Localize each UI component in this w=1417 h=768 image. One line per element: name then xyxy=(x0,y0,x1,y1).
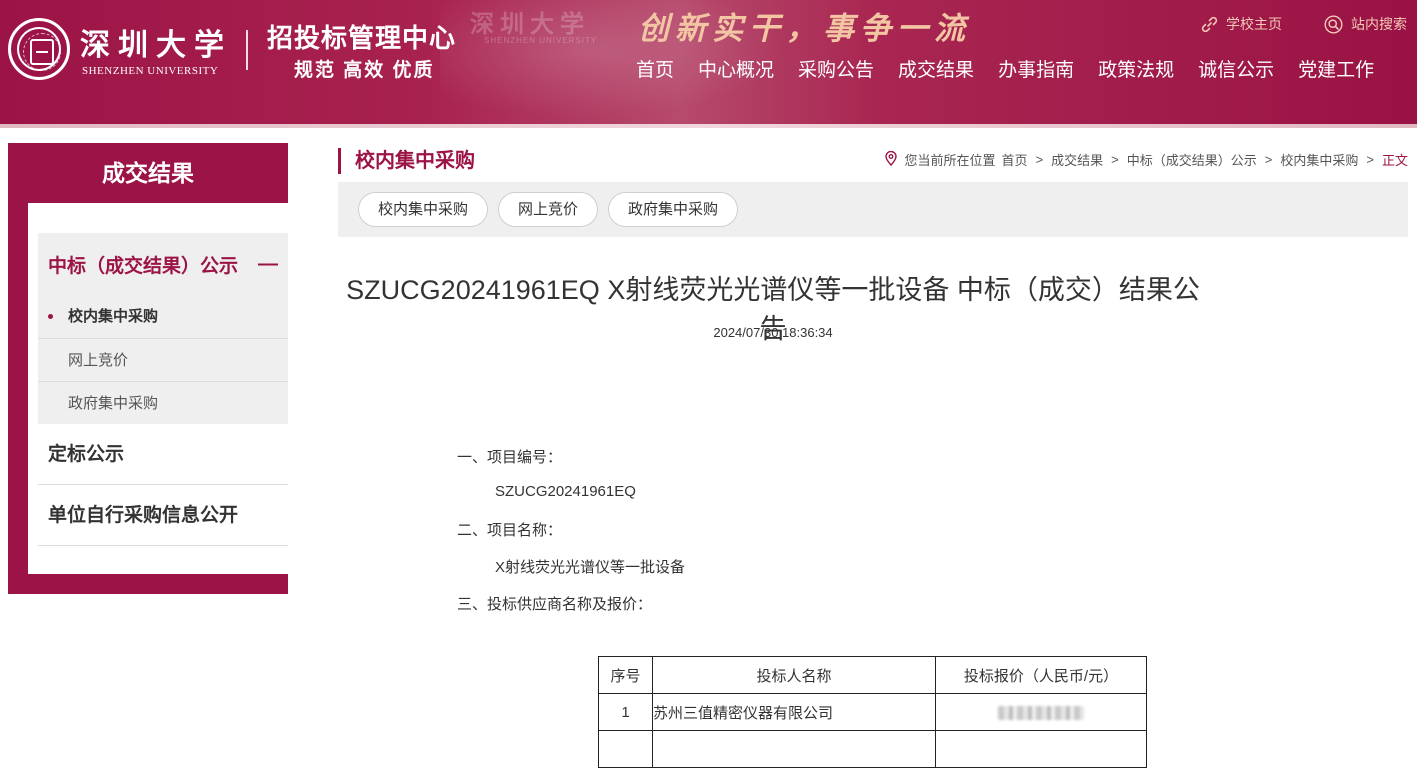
search-icon xyxy=(1324,14,1343,34)
tab-campus-procurement[interactable]: 校内集中采购 xyxy=(358,192,489,227)
school-homepage-label: 学校主页 xyxy=(1226,16,1282,32)
university-name-cn[interactable]: 深圳大学 xyxy=(80,20,232,64)
center-motto: 规范 高效 优质 xyxy=(294,60,435,81)
category-tabs: 校内集中采购 网上竞价 政府集中采购 xyxy=(338,182,1408,237)
breadcrumb-prefix: 您当前所在位置 xyxy=(904,153,996,168)
watermark-en: SHENZHEN UNIVERSITY xyxy=(484,36,598,45)
project-name-value: X射线荧光光谱仪等一批设备 xyxy=(495,559,686,576)
main-nav: 首页 中心概况 采购公告 成交结果 办事指南 政策法规 诚信公示 党建工作 xyxy=(624,58,1386,84)
header-divider xyxy=(246,30,248,70)
center-name: 招投标管理中心 xyxy=(267,23,457,53)
table-header-price: 投标报价（人民币/元） xyxy=(935,656,1147,694)
row-no: 1 xyxy=(598,693,653,731)
sidebar-group-label: 中标（成交结果）公示 xyxy=(48,255,239,277)
breadcrumb-current: 正文 xyxy=(1381,153,1408,168)
nav-procurement-notices[interactable]: 采购公告 xyxy=(786,58,886,84)
university-name-en: SHENZHEN UNIVERSITY xyxy=(82,65,219,77)
school-homepage-link[interactable]: 学校主页 xyxy=(1201,14,1282,34)
breadcrumb-deal-results[interactable]: 成交结果 xyxy=(1051,150,1103,169)
section-project-number-label: 一、项目编号： xyxy=(457,449,563,466)
section-project-name-label: 二、项目名称： xyxy=(457,522,563,539)
tab-online-bidding[interactable]: 网上竞价 xyxy=(498,192,599,227)
content-header: 校内集中采购 您当前所在位置 首页 > 成交结果 > 中标（成交结果）公示 > … xyxy=(338,148,1408,176)
row-price-cell xyxy=(935,693,1147,731)
table-header-no: 序号 xyxy=(598,656,653,694)
collapse-icon[interactable]: — xyxy=(258,253,278,276)
breadcrumb-separator: > xyxy=(1111,152,1119,167)
article-date: 2024/07/30 18:36:34 xyxy=(713,325,833,340)
location-pin-icon xyxy=(884,150,897,169)
nav-integrity[interactable]: 诚信公示 xyxy=(1186,58,1286,84)
section-bidders-label: 三、投标供应商名称及报价： xyxy=(457,596,653,613)
breadcrumb-home[interactable]: 首页 xyxy=(1002,150,1028,169)
top-links: 学校主页 站内搜索 xyxy=(1201,14,1407,34)
table-row: 1 苏州三值精密仪器有限公司 xyxy=(598,693,1147,731)
table-header-bidder: 投标人名称 xyxy=(652,656,936,694)
sidebar-subitem-online-bidding[interactable]: 网上竞价 xyxy=(38,338,288,381)
section-title: 校内集中采购 xyxy=(338,148,475,174)
nav-party-work[interactable]: 党建工作 xyxy=(1286,58,1386,84)
sidebar-subitem-campus-procurement[interactable]: 校内集中采购 xyxy=(38,295,288,338)
sidebar-item-self-procurement[interactable]: 单位自行采购信息公开 xyxy=(38,485,288,546)
sidebar-item-award-decision[interactable]: 定标公示 xyxy=(38,424,288,485)
site-search-label: 站内搜索 xyxy=(1351,16,1407,32)
breadcrumb-award-notice[interactable]: 中标（成交结果）公示 xyxy=(1127,150,1257,169)
slogan: 创新实干，事争一流 xyxy=(638,11,971,47)
redacted-price xyxy=(998,705,1084,720)
sidebar-menu: 中标（成交结果）公示 — 校内集中采购 网上竞价 政府集中采购 定标公示 单位自… xyxy=(28,203,288,574)
sidebar-group-award-notice: 中标（成交结果）公示 — 校内集中采购 网上竞价 政府集中采购 xyxy=(38,233,288,424)
site-search-link[interactable]: 站内搜索 xyxy=(1324,14,1407,34)
table-row xyxy=(598,730,1147,768)
breadcrumb: 您当前所在位置 首页 > 成交结果 > 中标（成交结果）公示 > 校内集中采购 … xyxy=(884,150,1408,169)
link-icon xyxy=(1201,16,1218,33)
site-header: 深圳大学 SHENZHEN UNIVERSITY 深圳大学 SHENZHEN U… xyxy=(0,0,1417,124)
table-header-row: 序号 投标人名称 投标报价（人民币/元） xyxy=(598,656,1147,694)
nav-home[interactable]: 首页 xyxy=(624,58,686,84)
nav-deal-results[interactable]: 成交结果 xyxy=(886,58,986,84)
nav-guide[interactable]: 办事指南 xyxy=(986,58,1086,84)
project-number-value: SZUCG20241961EQ xyxy=(495,483,636,500)
sidebar: 成交结果 中标（成交结果）公示 — 校内集中采购 网上竞价 政府集中采购 定标公… xyxy=(8,143,288,594)
sidebar-group-header[interactable]: 中标（成交结果）公示 — xyxy=(38,233,288,295)
row-bidder-name: 苏州三值精密仪器有限公司 xyxy=(652,693,936,731)
breadcrumb-separator: > xyxy=(1366,152,1374,167)
breadcrumb-separator: > xyxy=(1035,152,1044,167)
nav-policies[interactable]: 政策法规 xyxy=(1086,58,1186,84)
sidebar-subitem-gov-procurement[interactable]: 政府集中采购 xyxy=(38,381,288,424)
nav-center-overview[interactable]: 中心概况 xyxy=(686,58,786,84)
watermark-logo: 深圳大学 xyxy=(470,9,590,38)
header-bottom-strip xyxy=(0,124,1417,128)
tab-gov-procurement[interactable]: 政府集中采购 xyxy=(608,192,739,227)
bid-results-table: 序号 投标人名称 投标报价（人民币/元） 1 苏州三值精密仪器有限公司 xyxy=(598,656,1147,768)
breadcrumb-campus-procurement[interactable]: 校内集中采购 xyxy=(1280,150,1358,169)
breadcrumb-separator: > xyxy=(1264,152,1273,167)
sidebar-title: 成交结果 xyxy=(102,160,194,186)
university-seal-icon[interactable] xyxy=(8,18,70,80)
